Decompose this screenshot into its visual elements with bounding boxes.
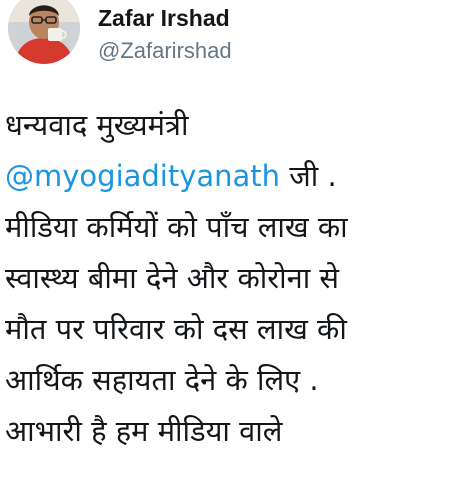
tweet: Zafar Irshad @Zafarirshad धन्यवाद मुख्यम… bbox=[0, 0, 467, 490]
tweet-text: धन्यवाद मुख्यमंत्री @myogiadityanath जी … bbox=[5, 100, 465, 457]
tweet-text-line: धन्यवाद मुख्यमंत्री bbox=[5, 108, 189, 142]
mention-link[interactable]: @myogiadityanath bbox=[5, 159, 280, 193]
tweet-text-line: स्वास्थ्य बीमा देने और कोरोना से bbox=[5, 261, 340, 295]
tweet-text-line: मीडिया कर्मियों को पाँच लाख का bbox=[5, 210, 348, 244]
tweet-text-line: मौत पर परिवार को दस लाख की bbox=[5, 312, 347, 346]
tweet-text-line: आभारी है हम मीडिया वाले bbox=[5, 414, 283, 448]
tweet-header: Zafar Irshad @Zafarirshad bbox=[0, 0, 467, 80]
author-handle[interactable]: @Zafarirshad bbox=[98, 38, 232, 64]
avatar[interactable] bbox=[8, 0, 80, 64]
tweet-text-fragment: जी . bbox=[280, 159, 337, 193]
author-name[interactable]: Zafar Irshad bbox=[98, 4, 230, 32]
tweet-text-line: @myogiadityanath जी . bbox=[5, 151, 465, 202]
tweet-text-line: आर्थिक सहायता देने के लिए . bbox=[5, 363, 319, 397]
avatar-image-icon bbox=[8, 0, 80, 64]
